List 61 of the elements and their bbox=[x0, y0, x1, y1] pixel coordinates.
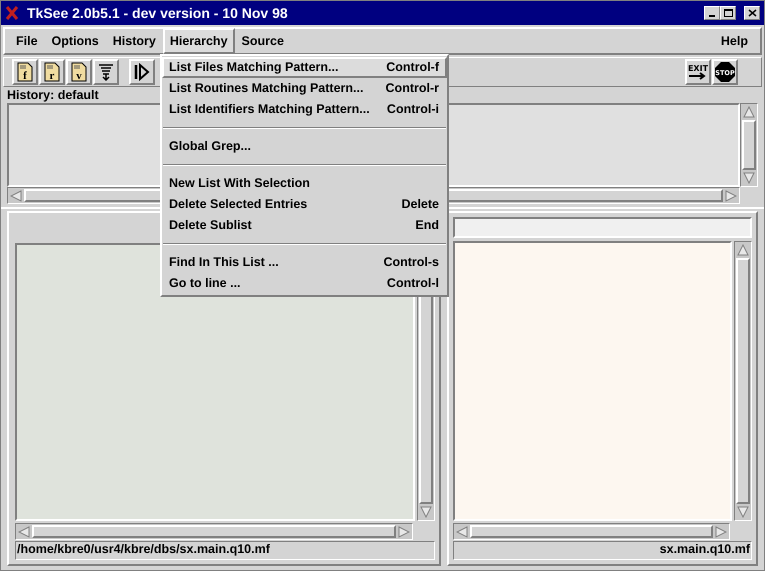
horizontal-scrollbar[interactable] bbox=[15, 523, 413, 540]
document-icon: v bbox=[70, 62, 88, 82]
triangle-icon bbox=[715, 526, 727, 538]
window-title: TkSee 2.0b5.1 - dev version - 10 Nov 98 bbox=[27, 4, 289, 22]
triangle-icon bbox=[398, 526, 410, 538]
menu-item[interactable]: List Files Matching Pattern... Control-f bbox=[162, 57, 447, 78]
menu-button[interactable]: File bbox=[9, 28, 45, 54]
filter-icon bbox=[98, 63, 114, 81]
document-icon: r bbox=[43, 62, 61, 82]
history-label: History: default bbox=[7, 87, 99, 103]
triangle-icon bbox=[18, 526, 30, 538]
triangle-icon bbox=[420, 506, 432, 518]
close-button[interactable] bbox=[744, 6, 760, 20]
menu-button[interactable]: History bbox=[106, 28, 163, 54]
scroll-left-button[interactable] bbox=[454, 526, 470, 538]
file-path-status: /home/kbre0/usr4/kbre/dbs/sx.main.q10.mf bbox=[15, 541, 435, 560]
maximize-button[interactable] bbox=[720, 6, 736, 20]
toolbar-button[interactable]: r bbox=[39, 59, 65, 85]
menu-item[interactable]: Go to line ... Control-l bbox=[162, 273, 447, 294]
toolbar-button[interactable] bbox=[93, 59, 119, 85]
toolbar-button[interactable] bbox=[129, 59, 155, 85]
triangle-icon bbox=[456, 526, 468, 538]
scroll-up-button[interactable] bbox=[741, 104, 757, 120]
file-name-status: sx.main.q10.mf bbox=[453, 541, 752, 560]
triangle-icon bbox=[737, 506, 749, 518]
scroll-left-button[interactable] bbox=[8, 190, 24, 202]
document-icon: f bbox=[16, 62, 34, 82]
menu-item[interactable]: Delete Selected Entries Delete bbox=[162, 194, 447, 215]
triangle-icon bbox=[10, 190, 22, 202]
menu-button[interactable]: Options bbox=[44, 28, 106, 54]
scroll-down-button[interactable] bbox=[418, 504, 434, 520]
toolbar-button[interactable]: f bbox=[12, 59, 38, 85]
menu-item[interactable]: New List With Selection bbox=[162, 173, 447, 194]
scroll-down-button[interactable] bbox=[735, 504, 751, 520]
triangle-icon bbox=[725, 190, 737, 202]
scroll-right-button[interactable] bbox=[396, 526, 412, 538]
triangle-icon bbox=[743, 106, 755, 118]
play-icon bbox=[134, 63, 150, 81]
scroll-down-button[interactable] bbox=[741, 170, 757, 186]
scroll-up-button[interactable] bbox=[735, 242, 751, 258]
menu-item[interactable]: List Routines Matching Pattern... Control-r bbox=[162, 78, 447, 99]
triangle-icon bbox=[743, 172, 755, 184]
menu-item[interactable]: Global Grep... bbox=[162, 136, 447, 157]
x-logo-icon bbox=[5, 5, 19, 21]
menu-button[interactable]: Source bbox=[234, 28, 291, 54]
text-field[interactable] bbox=[453, 217, 752, 238]
menu-item[interactable]: List Identifiers Matching Pattern... Control-i bbox=[162, 99, 447, 120]
triangle-icon bbox=[737, 244, 749, 256]
scroll-right-button[interactable] bbox=[723, 190, 739, 202]
scroll-left-button[interactable] bbox=[16, 526, 32, 538]
menu-button[interactable]: Help bbox=[712, 32, 756, 50]
menu-item[interactable]: Find In This List ... Control-s bbox=[162, 252, 447, 273]
toolbar-button[interactable]: v bbox=[66, 59, 92, 85]
menu-item[interactable]: Delete Sublist End bbox=[162, 215, 447, 236]
horizontal-scrollbar[interactable] bbox=[453, 523, 730, 540]
vertical-scrollbar[interactable] bbox=[734, 241, 752, 521]
minimize-button[interactable] bbox=[704, 6, 720, 20]
scroll-right-button[interactable] bbox=[713, 526, 729, 538]
menu-button[interactable]: Hierarchy bbox=[162, 28, 235, 54]
close-icon bbox=[748, 9, 756, 17]
vertical-scrollbar[interactable] bbox=[740, 103, 758, 187]
